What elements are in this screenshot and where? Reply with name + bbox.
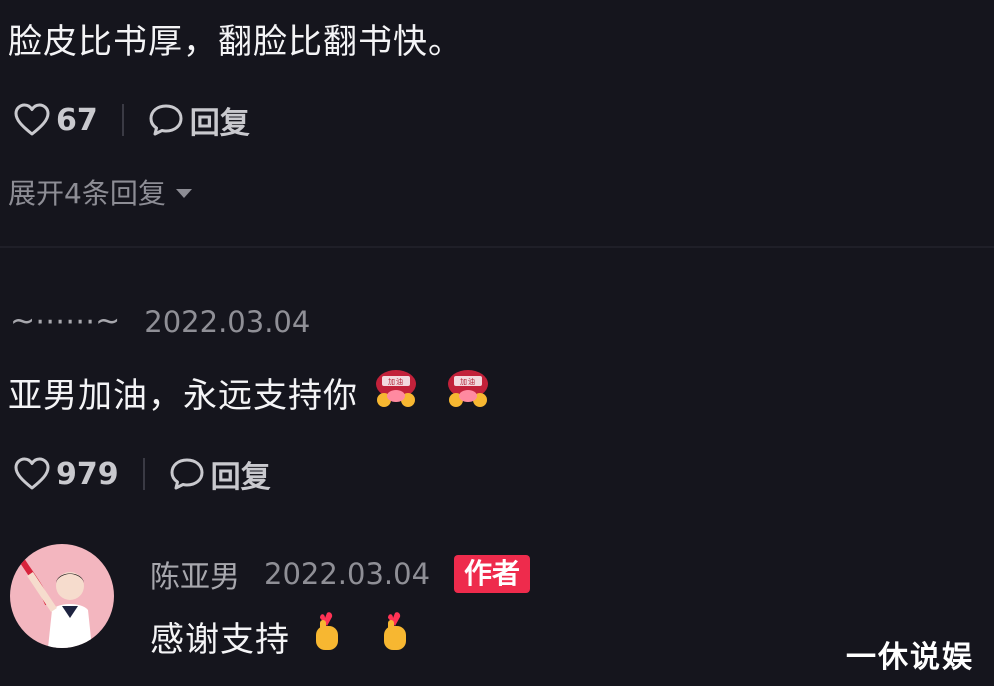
comment-date: 2022.03.04	[144, 304, 311, 339]
heart-icon	[14, 456, 50, 492]
reply-label: 回复	[189, 106, 250, 141]
like-button[interactable]: 979	[14, 456, 119, 492]
finger-heart-emoji	[378, 612, 412, 661]
expand-replies-label: 展开4条回复	[8, 177, 166, 210]
comment-meta: ~⋯⋯~ 2022.03.04	[10, 304, 310, 339]
section-divider	[0, 246, 994, 248]
reply-button[interactable]: 回复	[148, 98, 250, 142]
action-divider	[121, 104, 124, 136]
cheer-emoji: 加油	[444, 366, 492, 419]
heart-icon	[14, 102, 50, 138]
avatar[interactable]	[10, 544, 114, 648]
comment-text: 感谢支持	[150, 620, 290, 660]
svg-text:加油: 加油	[460, 377, 476, 386]
like-button[interactable]: 67	[14, 102, 98, 138]
comment-meta: 陈亚男 2022.03.04 作者	[150, 552, 531, 596]
comment-date: 2022.03.04	[264, 557, 431, 591]
reply-button[interactable]: 回复	[169, 452, 271, 496]
comment-body: 感谢支持	[150, 612, 412, 661]
finger-heart-emoji	[310, 612, 344, 661]
action-divider	[142, 458, 145, 490]
like-count: 67	[56, 102, 98, 138]
comment-text: 亚男加油，永远支持你	[8, 376, 358, 416]
author-badge: 作者	[454, 555, 531, 593]
comment-body: 亚男加油，永远支持你 加油 加油	[8, 366, 492, 419]
comment-bubble-icon	[169, 456, 205, 492]
comment-bubble-icon	[148, 102, 184, 138]
cheer-emoji: 加油	[372, 366, 420, 419]
reply-label: 回复	[210, 460, 271, 495]
username[interactable]: ~⋯⋯~	[10, 304, 120, 339]
svg-text:加油: 加油	[388, 377, 404, 386]
like-count: 979	[56, 456, 119, 492]
comment-actions: 979 回复	[14, 452, 271, 496]
chevron-down-icon	[175, 189, 192, 198]
username[interactable]: 陈亚男	[150, 552, 240, 596]
comment-actions: 67 回复	[14, 98, 250, 142]
expand-replies-button[interactable]: 展开4条回复	[8, 172, 192, 212]
watermark: 一休说娱	[846, 640, 974, 675]
comment-text: 脸皮比书厚，翻脸比翻书快。	[8, 22, 463, 62]
